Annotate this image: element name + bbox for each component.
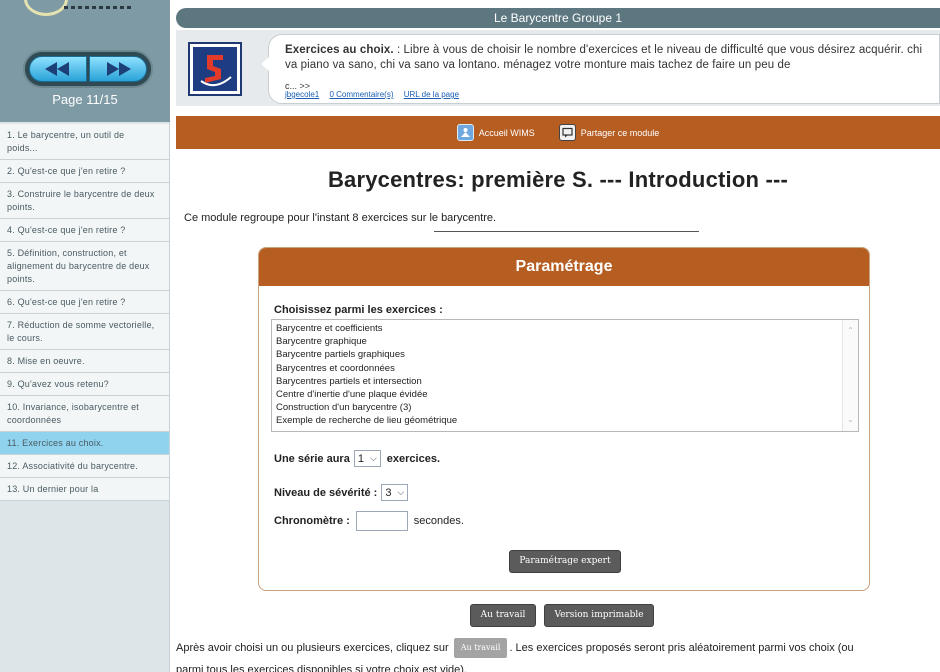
logo-line [64, 6, 134, 9]
sidebar-item[interactable]: 11. Exercices au choix. [0, 432, 170, 455]
severity-select[interactable]: 3 ⌵ [381, 484, 409, 501]
chrono-input[interactable] [355, 511, 408, 531]
sidebar-item[interactable]: 10. Invariance, isobarycentre et coordon… [0, 396, 170, 432]
scroll-up-icon[interactable]: ⌃ [846, 327, 855, 335]
sidebar-item[interactable]: 12. Associativité du barycentre. [0, 455, 170, 478]
wims-home-icon [456, 124, 474, 141]
sidebar-item[interactable]: 4. Qu'est-ce que j'en retire ? [0, 219, 170, 242]
intro-underline [434, 231, 699, 232]
chrono-label: Chronomètre : [274, 515, 350, 527]
page-navigation [23, 50, 153, 88]
settings-panel: Paramétrage Choisissez parmi les exercic… [258, 247, 870, 591]
listbox-scrollbar[interactable]: ⌃ ⌄ [842, 320, 858, 431]
expert-settings-button[interactable]: Paramétrage expert [509, 550, 621, 573]
sidebar-item[interactable]: 13. Un dernier pour la [0, 478, 170, 501]
module-thumbnail [188, 42, 242, 96]
exercise-option[interactable]: Barycentres partiels et intersection [276, 375, 854, 388]
share-label: Partager ce module [580, 127, 660, 138]
logo-icon [24, 0, 68, 16]
exercise-options: Barycentre et coefficients Barycentre gra… [276, 322, 854, 428]
series-count-select[interactable]: 1 ⌵ [353, 450, 381, 467]
share-module-link[interactable]: Partager ce module [558, 124, 660, 141]
chrono-suffix: secondes. [413, 515, 464, 527]
exercise-option[interactable]: Barycentre et coefficients [276, 322, 854, 335]
next-page-button[interactable] [89, 56, 147, 82]
wims-home-label: Accueil WIMS [478, 127, 535, 138]
sidebar: Page 11/15 1. Le barycentre, un outil de… [0, 0, 170, 672]
module-toolbar: Accueil WIMS Partager ce module [176, 116, 940, 149]
main-content: Barycentres: première S. --- Introductio… [176, 149, 940, 672]
wims-home-link[interactable]: Accueil WIMS [456, 124, 535, 141]
chevron-down-icon: ⌵ [397, 487, 405, 497]
exercise-option[interactable]: Construction d'un barycentre (3) [276, 401, 854, 414]
sidebar-item[interactable]: 3. Construire le barycentre de deux poin… [0, 183, 170, 219]
instructions-post: . Les exercices proposés seront pris alé… [509, 642, 854, 654]
sidebar-item[interactable]: 1. Le barycentre, un outil de poids... [0, 124, 170, 160]
window-title: Le Barycentre Groupe 1 [176, 8, 940, 28]
exercise-list-label: Choisissez parmi les exercices : [274, 304, 443, 316]
exercise-listbox[interactable]: Barycentre et coefficients Barycentre gra… [271, 319, 859, 432]
page-root: { "window": { "title": "Le Barycentre Gr… [0, 0, 940, 672]
sidebar-item[interactable]: 2. Qu'est-ce que j'en retire ? [0, 160, 170, 183]
chevron-down-icon: ⌵ [369, 453, 377, 463]
intro-links: jbgecole1 0 Commentaire(s) URL de la pag… [285, 90, 467, 99]
page-url-link[interactable]: URL de la page [404, 90, 459, 99]
series-row: Une série aura 1 ⌵ exercices. [274, 450, 440, 467]
exercise-option[interactable]: Centre d'inertie d'une plaque évidée [276, 388, 854, 401]
start-work-button[interactable]: Au travail [470, 604, 536, 627]
exercise-option[interactable]: Barycentre graphique [276, 335, 854, 348]
sidebar-item[interactable]: 8. Mise en oeuvre. [0, 350, 170, 373]
table-of-contents: 1. Le barycentre, un outil de poids... 2.… [0, 124, 170, 501]
instructions-line2: parmi tous les exercices disponibles si … [176, 664, 468, 672]
series-suffix: exercices. [386, 452, 440, 465]
severity-label: Niveau de sévérité : [274, 486, 378, 499]
severity-value: 3 [385, 486, 392, 499]
instructions-text: Après avoir choisi un ou plusieurs exerc… [176, 637, 936, 672]
module-intro: Ce module regroupe pour l'instant 8 exer… [184, 212, 497, 224]
chrono-row: Chronomètre : secondes. [274, 511, 464, 531]
module-logo-icon [200, 55, 232, 87]
intro-panel: Exercices au choix. : Libre à vous de ch… [176, 30, 940, 106]
rewind-icon [45, 62, 69, 76]
sidebar-item[interactable]: 6. Qu'est-ce que j'en retire ? [0, 291, 170, 314]
settings-heading: Paramétrage [259, 248, 869, 286]
sidebar-header: Page 11/15 [0, 0, 170, 122]
series-label: Une série aura [274, 452, 350, 465]
share-icon [558, 124, 576, 141]
scroll-down-icon[interactable]: ⌄ [846, 416, 855, 424]
author-link[interactable]: jbgecole1 [285, 90, 319, 99]
printable-version-button[interactable]: Version imprimable [544, 604, 654, 627]
series-count-value: 1 [357, 452, 364, 465]
exercise-option[interactable]: Barycentres et coordonnées [276, 362, 854, 375]
intro-text: Exercices au choix. : Libre à vous de ch… [285, 43, 935, 73]
severity-row: Niveau de sévérité : 3 ⌵ [274, 484, 409, 501]
instructions-pre: Après avoir choisi un ou plusieurs exerc… [176, 642, 449, 654]
exercise-option[interactable]: Barycentre partiels graphiques [276, 348, 854, 361]
sidebar-item[interactable]: 9. Qu'avez vous retenu? [0, 373, 170, 396]
intro-heading: Exercices au choix. [285, 44, 394, 56]
fast-forward-icon [107, 62, 131, 76]
page-title: Barycentres: première S. --- Introductio… [327, 167, 789, 192]
page-counter: Page 11/15 [52, 92, 118, 107]
intro-bubble: Exercices au choix. : Libre à vous de ch… [261, 34, 940, 104]
inline-start-work-button[interactable]: Au travail [453, 638, 508, 659]
sidebar-item[interactable]: 5. Définition, construction, et aligneme… [0, 242, 170, 291]
sidebar-item[interactable]: 7. Réduction de somme vectorielle, le co… [0, 314, 170, 350]
previous-page-button[interactable] [29, 56, 87, 82]
exercise-option[interactable]: Exemple de recherche de lieu géométrique [276, 414, 854, 427]
comments-link[interactable]: 0 Commentaire(s) [329, 90, 393, 99]
